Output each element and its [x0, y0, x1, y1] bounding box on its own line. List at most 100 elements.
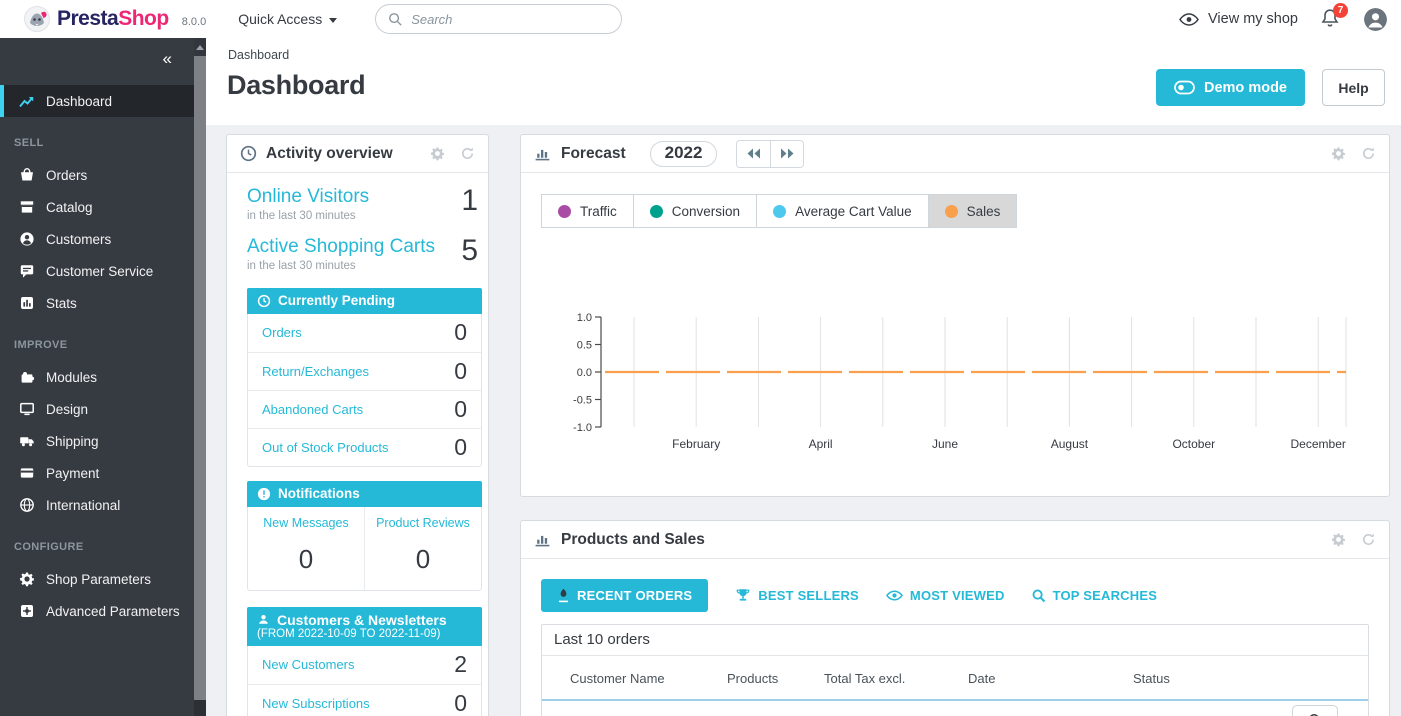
active-carts-value: 5 [461, 236, 482, 266]
scrollbar-up-button[interactable] [194, 38, 206, 56]
sidebar-item-advanced-parameters[interactable]: Advanced Parameters [0, 595, 194, 627]
tab-conversion[interactable]: Conversion [633, 194, 757, 228]
out-of-stock-link[interactable]: Out of Stock Products [262, 440, 388, 455]
bar-chart-icon [534, 145, 552, 162]
sidebar-item-label: Orders [46, 168, 87, 183]
demo-mode-button[interactable]: Demo mode [1156, 69, 1305, 106]
order-details-button[interactable] [1292, 705, 1338, 716]
product-reviews-link[interactable]: Product Reviews [365, 516, 481, 530]
next-year-button[interactable] [770, 141, 803, 167]
panel-refresh-icon[interactable] [1361, 532, 1376, 547]
abandoned-carts-link[interactable]: Abandoned Carts [262, 402, 363, 417]
quick-access-label: Quick Access [238, 11, 322, 27]
panel-refresh-icon[interactable] [1361, 146, 1376, 161]
panel-settings-gear-icon[interactable] [1331, 532, 1346, 547]
prestashop-admin-screen: PrestaShop 8.0.0 Quick Access View my sh… [0, 0, 1401, 716]
search-input[interactable] [411, 12, 609, 27]
sidebar-section-improve: IMPROVE [0, 319, 194, 361]
new-subscriptions-link[interactable]: New Subscriptions [262, 696, 370, 711]
demo-mode-label: Demo mode [1204, 80, 1287, 96]
notifications-grid: New Messages 0 Product Reviews 0 [247, 507, 482, 591]
sidebar-item-orders[interactable]: Orders [0, 159, 194, 191]
tab-most-viewed[interactable]: MOST VIEWED [886, 579, 1005, 612]
topbar-actions: View my shop 7 [1179, 8, 1387, 31]
bar-chart-square-icon [18, 295, 35, 312]
pending-returns-link[interactable]: Return/Exchanges [262, 364, 369, 379]
sidebar-item-label: International [46, 498, 120, 513]
puzzle-icon [18, 369, 35, 386]
active-carts-subtitle: in the last 30 minutes [247, 260, 435, 272]
sidebar-item-customers[interactable]: Customers [0, 223, 194, 255]
tab-sales[interactable]: Sales [928, 194, 1018, 228]
tab-top-searches[interactable]: TOP SEARCHES [1032, 579, 1158, 612]
fast-forward-icon [780, 148, 795, 159]
tab-traffic[interactable]: Traffic [541, 194, 634, 228]
prestashop-logo[interactable]: PrestaShop 8.0.0 [24, 6, 206, 32]
sidebar-item-customer-service[interactable]: Customer Service [0, 255, 194, 287]
trending-up-icon [18, 93, 35, 110]
customers-date-range: (FROM 2022-10-09 TO 2022-11-09) [257, 628, 440, 640]
sidebar-item-payment[interactable]: Payment [0, 457, 194, 489]
version-label: 8.0.0 [182, 16, 206, 28]
panel-settings-gear-icon[interactable] [430, 146, 445, 161]
view-my-shop-link[interactable]: View my shop [1179, 11, 1298, 27]
svg-text:February: February [672, 437, 720, 451]
sidebar-item-modules[interactable]: Modules [0, 361, 194, 393]
globe-icon [18, 497, 35, 514]
help-button[interactable]: Help [1322, 69, 1385, 106]
forecast-year-nav [736, 140, 804, 168]
new-customers-link[interactable]: New Customers [262, 657, 354, 672]
forecast-metric-tabs: Traffic Conversion Average Cart Value Sa… [541, 194, 1017, 228]
search-icon [388, 12, 403, 27]
sidebar-item-dashboard[interactable]: Dashboard [0, 85, 194, 117]
pending-returns-value: 0 [454, 358, 467, 385]
tab-average-cart-value[interactable]: Average Cart Value [756, 194, 929, 228]
sidebar-item-international[interactable]: International [0, 489, 194, 521]
svg-text:0.5: 0.5 [577, 340, 592, 352]
person-circle-icon [18, 231, 35, 248]
sidebar-item-stats[interactable]: Stats [0, 287, 194, 319]
sidebar-item-shop-parameters[interactable]: Shop Parameters [0, 563, 194, 595]
products-tabs: RECENT ORDERS BEST SELLERS MOST VIEWED T… [541, 579, 1369, 612]
notifications-count-badge: 7 [1333, 3, 1348, 18]
traffic-dot-icon [558, 205, 571, 218]
currently-pending-rows: Orders 0 Return/Exchanges 0 Abandoned Ca… [247, 314, 482, 467]
activity-overview-panel: Activity overview Online Visitors in the… [226, 134, 489, 716]
user-avatar-button[interactable] [1364, 8, 1387, 31]
sidebar-item-label: Stats [46, 296, 77, 311]
quick-access-dropdown[interactable]: Quick Access [238, 11, 337, 27]
pen-icon [557, 588, 570, 603]
sidebar-scrollbar [194, 38, 206, 716]
conversion-dot-icon [650, 205, 663, 218]
rewind-icon [746, 148, 761, 159]
sidebar-item-catalog[interactable]: Catalog [0, 191, 194, 223]
sidebar-item-design[interactable]: Design [0, 393, 194, 425]
online-visitors-link[interactable]: Online Visitors [247, 186, 369, 208]
activity-panel-header: Activity overview [227, 135, 488, 173]
sidebar-item-label: Customer Service [46, 264, 153, 279]
products-panel-title: Products and Sales [561, 531, 705, 549]
chevron-down-icon [329, 18, 337, 23]
col-status: Status [1133, 671, 1368, 686]
sidebar-item-label: Shop Parameters [46, 572, 151, 587]
active-carts-link[interactable]: Active Shopping Carts [247, 236, 435, 258]
scrollbar-thumb[interactable] [194, 56, 206, 700]
clock-icon [240, 145, 257, 162]
previous-year-button[interactable] [737, 141, 770, 167]
tab-recent-orders[interactable]: RECENT ORDERS [541, 579, 708, 612]
tab-best-sellers[interactable]: BEST SELLERS [735, 579, 859, 612]
new-messages-value: 0 [248, 544, 364, 575]
pending-orders-link[interactable]: Orders [262, 325, 302, 340]
monitor-icon [18, 401, 35, 418]
panel-settings-gear-icon[interactable] [1331, 146, 1346, 161]
products-panel-body: RECENT ORDERS BEST SELLERS MOST VIEWED T… [521, 559, 1389, 716]
breadcrumb[interactable]: Dashboard [228, 48, 289, 62]
sidebar-item-shipping[interactable]: Shipping [0, 425, 194, 457]
sidebar-nav: Dashboard SELL Orders Catalog Customers [0, 85, 194, 627]
notifications-bell-button[interactable]: 7 [1320, 8, 1342, 30]
sidebar-item-label: Advanced Parameters [46, 604, 180, 619]
store-icon [18, 199, 35, 216]
panel-refresh-icon[interactable] [460, 146, 475, 161]
sidebar-collapse-button[interactable]: « [163, 50, 172, 67]
new-messages-link[interactable]: New Messages [248, 516, 364, 530]
